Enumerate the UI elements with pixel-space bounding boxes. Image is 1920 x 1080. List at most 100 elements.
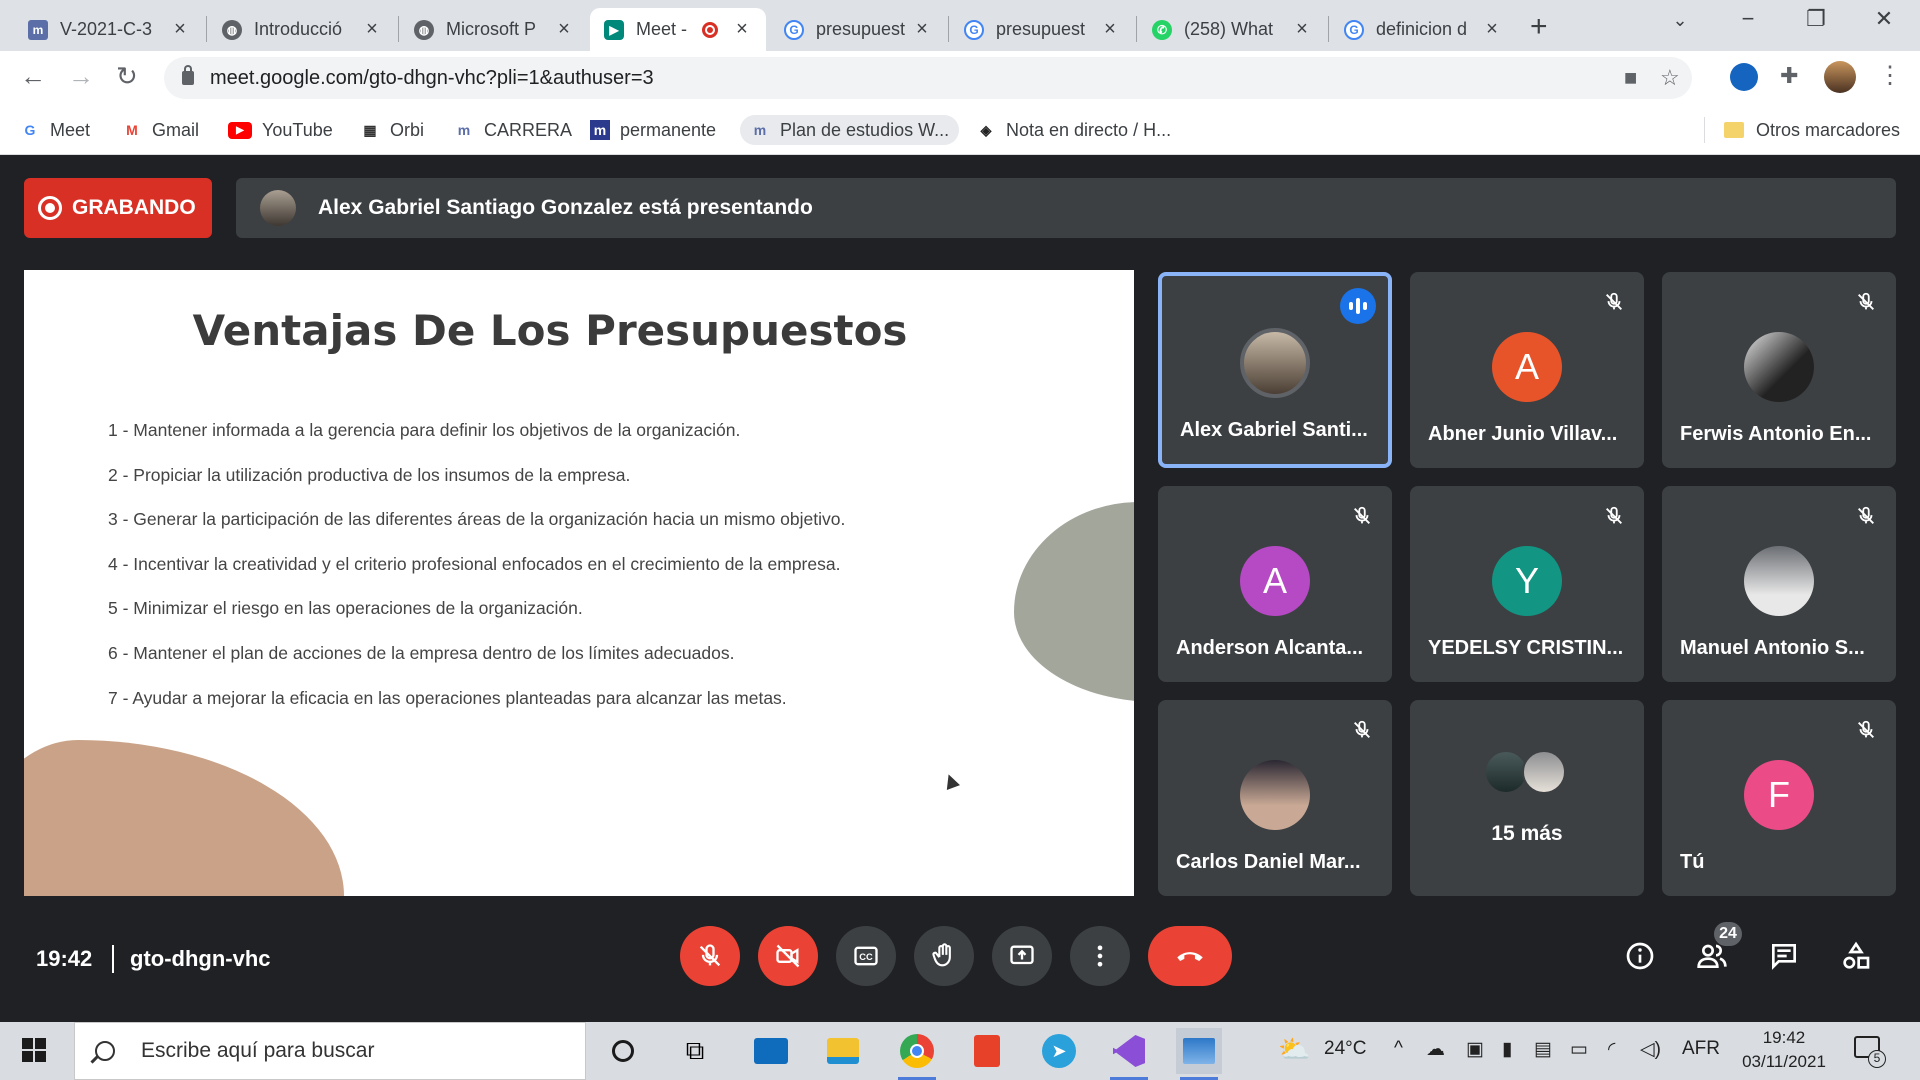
- participant-tile[interactable]: A Abner Junio Villav...: [1410, 272, 1644, 468]
- extension-icon[interactable]: [1730, 63, 1758, 91]
- camera-icon[interactable]: ■: [1624, 65, 1637, 91]
- display-icon[interactable]: ▤: [1534, 1038, 1552, 1061]
- close-icon[interactable]: ×: [362, 18, 382, 41]
- new-tab-button[interactable]: +: [1530, 10, 1548, 44]
- captions-button[interactable]: CC: [836, 926, 896, 986]
- chrome-icon[interactable]: [894, 1028, 940, 1080]
- browser-tab[interactable]: G presupuest ×: [770, 8, 946, 51]
- input-language[interactable]: AFR: [1682, 1038, 1720, 1060]
- slide-list: 1 - Mantener informada a la gerencia par…: [108, 420, 845, 732]
- google-icon: G: [964, 19, 984, 40]
- orbi-icon: ▦: [363, 121, 377, 138]
- windows-start-icon[interactable]: [22, 1038, 46, 1062]
- close-icon[interactable]: ×: [170, 18, 190, 41]
- back-arrow-icon[interactable]: ←: [20, 61, 46, 92]
- close-window-button[interactable]: ✕: [1854, 6, 1914, 32]
- weather-temperature[interactable]: 24°C: [1324, 1038, 1366, 1060]
- bookmark-item[interactable]: ▶ YouTube: [228, 115, 333, 145]
- tab-search-chevron-icon[interactable]: ⌄: [1650, 10, 1710, 31]
- browser-tab[interactable]: m V-2021-C-3 ×: [14, 8, 204, 51]
- meet-now-icon[interactable]: ▣: [1466, 1038, 1484, 1061]
- photos-icon[interactable]: [1176, 1028, 1222, 1080]
- taskbar-search-box[interactable]: Escribe aquí para buscar: [74, 1022, 586, 1080]
- camera-toggle-button[interactable]: [758, 926, 818, 986]
- university-icon: m: [590, 120, 610, 140]
- lock-icon[interactable]: [182, 65, 194, 85]
- bookmark-item[interactable]: ▦ Orbi: [360, 115, 424, 145]
- close-icon[interactable]: ×: [912, 18, 932, 41]
- profile-avatar[interactable]: [1824, 61, 1856, 93]
- participant-tile[interactable]: A Anderson Alcanta...: [1158, 486, 1392, 682]
- participant-name: Tú: [1680, 851, 1705, 873]
- battery-icon[interactable]: ▭: [1570, 1038, 1588, 1061]
- browser-tab[interactable]: G presupuest ×: [950, 8, 1134, 51]
- chevron-up-icon[interactable]: ^: [1394, 1038, 1403, 1060]
- file-explorer-icon[interactable]: [820, 1028, 866, 1074]
- microphone-icon[interactable]: ▮: [1502, 1038, 1512, 1061]
- puzzle-icon[interactable]: ✚: [1780, 63, 1798, 89]
- task-view-icon[interactable]: ⧉: [672, 1028, 718, 1074]
- bookmark-item[interactable]: m Plan de estudios W...: [740, 115, 960, 145]
- presentation-slide: Ventajas De Los Presupuestos 1 - Mantene…: [24, 270, 1134, 896]
- bookmark-item[interactable]: m CARRERA: [454, 115, 572, 145]
- restore-button[interactable]: ❐: [1786, 6, 1846, 32]
- volume-icon[interactable]: ◁): [1640, 1038, 1661, 1061]
- bookmark-item[interactable]: ◈ Nota en directo / H...: [976, 115, 1171, 145]
- forward-arrow-icon[interactable]: →: [68, 61, 94, 92]
- close-icon[interactable]: ×: [1482, 18, 1502, 41]
- participant-tile[interactable]: Ferwis Antonio En...: [1662, 272, 1896, 468]
- list-item: 7 - Ayudar a mejorar la eficacia en las …: [108, 687, 787, 708]
- close-icon[interactable]: ×: [554, 18, 574, 41]
- reload-icon[interactable]: ↻: [116, 61, 138, 92]
- taskbar-clock[interactable]: 19:42 03/11/2021: [1734, 1026, 1834, 1074]
- globe-icon: ◍: [414, 19, 434, 40]
- address-bar[interactable]: meet.google.com/gto-dhgn-vhc?pli=1&authu…: [164, 57, 1692, 99]
- url-text[interactable]: meet.google.com/gto-dhgn-vhc?pli=1&authu…: [210, 67, 654, 90]
- telegram-icon[interactable]: ➤: [1036, 1028, 1082, 1074]
- bookmark-star-icon[interactable]: ☆: [1660, 65, 1680, 91]
- browser-tab[interactable]: ✆ (258) What ×: [1138, 8, 1326, 51]
- bookmark-item[interactable]: m permanente: [590, 115, 716, 145]
- notifications-button[interactable]: 5: [1854, 1036, 1886, 1068]
- participant-tile[interactable]: Y YEDELSY CRISTIN...: [1410, 486, 1644, 682]
- participant-tile[interactable]: Carlos Daniel Mar...: [1158, 700, 1392, 896]
- menu-kebab-icon[interactable]: ⋮: [1878, 61, 1902, 90]
- microphone-toggle-button[interactable]: [680, 926, 740, 986]
- hand-icon: [932, 943, 951, 967]
- participant-tile[interactable]: Alex Gabriel Santi...: [1158, 272, 1392, 468]
- notification-count: 5: [1868, 1050, 1886, 1068]
- activities-button[interactable]: [1836, 936, 1876, 976]
- close-icon[interactable]: ×: [1292, 18, 1312, 41]
- browser-tab[interactable]: ◍ Microsoft P ×: [400, 8, 588, 51]
- self-tile[interactable]: F Tú: [1662, 700, 1896, 896]
- cortana-icon[interactable]: [600, 1028, 646, 1074]
- raise-hand-button[interactable]: [914, 926, 974, 986]
- close-icon[interactable]: ×: [1100, 18, 1120, 41]
- mic-off-icon: [1346, 500, 1378, 532]
- other-bookmarks[interactable]: Otros marcadores: [1724, 115, 1900, 145]
- close-icon[interactable]: ×: [732, 18, 752, 41]
- weather-icon[interactable]: ⛅: [1278, 1034, 1310, 1065]
- globe-icon: ◍: [222, 19, 242, 40]
- tab-title: presupuest: [816, 19, 906, 39]
- end-call-button[interactable]: [1148, 926, 1232, 986]
- browser-tab[interactable]: ◍ Introducció ×: [208, 8, 396, 51]
- participant-tile[interactable]: Manuel Antonio S...: [1662, 486, 1896, 682]
- more-options-button[interactable]: [1070, 926, 1130, 986]
- meeting-info-button[interactable]: [1620, 936, 1660, 976]
- browser-tab-active[interactable]: ▶ Meet - ×: [590, 8, 766, 51]
- presenter-banner: Alex Gabriel Santiago Gonzalez está pres…: [236, 178, 1896, 238]
- minimize-button[interactable]: −: [1718, 6, 1778, 32]
- chat-button[interactable]: [1764, 936, 1804, 976]
- bookmark-item[interactable]: M Gmail: [122, 115, 199, 145]
- participant-name: Abner Junio Villav...: [1428, 423, 1618, 445]
- mail-icon[interactable]: [748, 1028, 794, 1074]
- visual-studio-icon[interactable]: [1106, 1028, 1152, 1080]
- more-participants-tile[interactable]: 15 más: [1410, 700, 1644, 896]
- browser-tab[interactable]: G definicion d ×: [1330, 8, 1516, 51]
- present-screen-button[interactable]: [992, 926, 1052, 986]
- wifi-icon[interactable]: ◜: [1608, 1038, 1615, 1061]
- bookmark-item[interactable]: G Meet: [20, 115, 90, 145]
- office-icon[interactable]: [964, 1028, 1010, 1074]
- onedrive-icon[interactable]: ☁: [1426, 1038, 1445, 1061]
